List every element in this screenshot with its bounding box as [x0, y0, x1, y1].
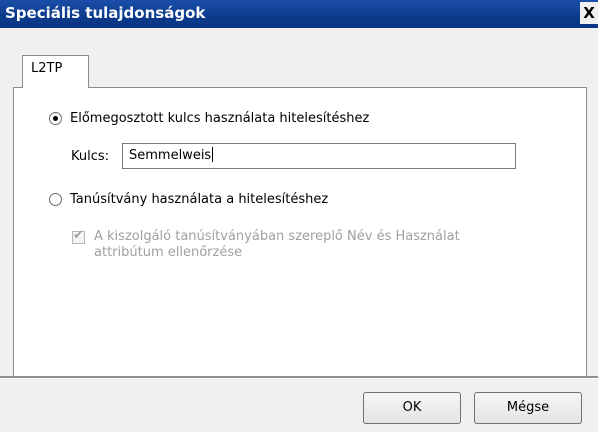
- title-bar[interactable]: Speciális tulajdonságok X: [0, 0, 598, 28]
- dialog-window: Speciális tulajdonságok X L2TP Előmegosz…: [0, 0, 598, 432]
- verify-certificate-checkbox: ✔: [72, 228, 85, 244]
- text-caret: [212, 147, 214, 162]
- preshared-key-radio[interactable]: [49, 112, 62, 125]
- window-title: Speciális tulajdonságok: [5, 4, 206, 22]
- certificate-label: Tanúsítvány használata a hitelesítéshez: [70, 192, 329, 207]
- tab-l2tp[interactable]: L2TP: [22, 55, 89, 88]
- close-button[interactable]: X: [580, 2, 598, 24]
- button-bar-divider: [0, 376, 598, 379]
- checkmark-icon: ✔: [73, 228, 84, 243]
- preshared-key-label: Előmegosztott kulcs használata hitelesít…: [70, 111, 370, 126]
- tab-l2tp-label: L2TP: [31, 61, 63, 76]
- verify-certificate-option: ✔ A kiszolgáló tanúsítványában szereplő …: [72, 229, 524, 261]
- ok-button[interactable]: OK: [363, 392, 461, 424]
- close-icon: X: [583, 4, 595, 22]
- key-field-label: Kulcs:: [71, 149, 110, 164]
- cancel-button[interactable]: Mégse: [474, 392, 582, 424]
- key-input-value: Semmelweis: [129, 148, 212, 163]
- preshared-key-option[interactable]: Előmegosztott kulcs használata hitelesít…: [49, 111, 369, 126]
- certificate-option[interactable]: Tanúsítvány használata a hitelesítéshez: [49, 192, 328, 207]
- verify-certificate-label: A kiszolgáló tanúsítványában szereplő Né…: [94, 229, 460, 260]
- key-input[interactable]: Semmelweis: [122, 143, 516, 169]
- certificate-radio[interactable]: [49, 193, 62, 206]
